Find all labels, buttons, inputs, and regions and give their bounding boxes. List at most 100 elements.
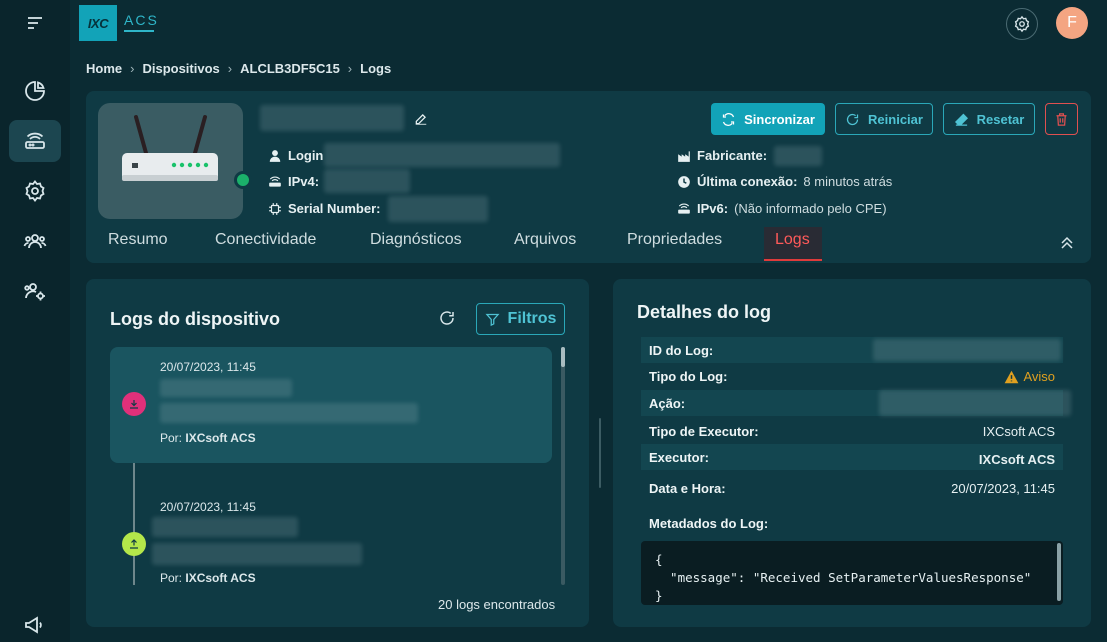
brand-logo[interactable]: IXC [79,5,117,41]
router-small-icon [269,176,281,187]
log-entry[interactable]: 20/07/2023, 11:45 Por: IXCsoft ACS [110,487,552,593]
detail-row-executor-type: Tipo de Executor: IXCsoft ACS [641,418,1063,444]
restart-button[interactable]: Reiniciar [835,103,933,135]
breadcrumb-separator: › [130,61,135,76]
log-title-redacted [152,517,298,537]
log-author: Por: IXCsoft ACS [160,431,256,445]
detail-label: Tipo de Executor: [649,424,759,439]
log-time: 20/07/2023, 11:45 [160,500,256,514]
detail-label: ID do Log: [649,343,714,358]
detail-row-action: Ação: [641,390,1071,416]
gear-icon [1014,15,1030,33]
logs-scrollbar[interactable] [561,347,565,585]
settings-button[interactable] [1006,8,1038,40]
announcements-icon [25,616,42,634]
user-icon [269,149,281,162]
panel-splitter[interactable] [599,418,601,488]
tab-active-underline [764,259,822,261]
device-tabs: Resumo Conectividade Diagnósticos Arquiv… [86,227,1091,263]
serial-value-redacted [388,196,488,222]
detail-label: Tipo do Log: [649,369,728,384]
metadata-code[interactable]: { "message": "Received SetParameterValue… [641,541,1063,605]
tab-logs[interactable]: Logs [775,231,810,249]
log-count: 20 logs encontrados [438,597,556,612]
edit-icon[interactable] [414,112,428,126]
detail-row-executor: Executor: IXCsoft ACS [641,444,1063,470]
detail-row-log-id: ID do Log: [641,337,1063,363]
tab-propriedades[interactable]: Propriedades [627,231,722,249]
menu-toggle-button[interactable] [9,2,61,44]
last-connection-label: Última conexão: [697,174,798,189]
restart-label: Reiniciar [868,111,923,127]
tab-resumo[interactable]: Resumo [108,231,168,249]
tab-conectividade[interactable]: Conectividade [215,231,316,249]
trash-icon [1056,112,1067,126]
settings-icon [25,180,45,202]
sync-icon [722,112,735,126]
manufacturer-row: Fabricante: [677,148,767,163]
reset-button[interactable]: Resetar [943,103,1035,135]
breadcrumb-devices[interactable]: Dispositivos [142,61,219,76]
avatar[interactable]: F [1056,7,1088,39]
log-description-redacted [152,543,362,565]
log-id-redacted [873,339,1061,361]
log-type-download [122,392,146,416]
ipv6-row: IPv6: (Não informado pelo CPE) [677,201,887,216]
download-icon [130,400,138,409]
log-title-redacted [160,379,292,397]
tab-diagnosticos[interactable]: Diagnósticos [370,231,462,249]
action-redacted [879,390,1071,416]
detail-value-warning: Aviso [1004,369,1055,384]
sidebar-item-dashboard[interactable] [9,70,61,112]
sidebar-item-settings[interactable] [9,170,61,212]
user-settings-icon [24,283,45,301]
breadcrumb: Home › Dispositivos › ALCLB3DF5C15 › Log… [86,61,391,76]
top-bar: IXC ACS F [70,0,1107,46]
log-author: Por: IXCsoft ACS [160,571,256,585]
tab-arquivos[interactable]: Arquivos [514,231,576,249]
breadcrumb-device[interactable]: ALCLB3DF5C15 [240,61,340,76]
log-description-redacted [160,403,418,423]
ipv4-row: IPv4: [268,174,319,189]
device-name-redacted [260,105,404,131]
filter-icon [485,313,500,326]
sidebar-item-announcements[interactable] [9,604,61,642]
ipv6-value: (Não informado pelo CPE) [734,201,887,216]
detail-value: IXCsoft ACS [978,452,1055,467]
log-type-upload [122,532,146,556]
collapse-button[interactable] [1057,233,1077,253]
logs-scrollbar-thumb[interactable] [561,347,565,367]
logs-panel: Logs do dispositivo Filtros 20/07/2023, … [86,279,589,627]
detail-value: 20/07/2023, 11:45 [951,481,1055,496]
dashboard-icon [25,81,45,101]
metadata-scrollbar[interactable] [1057,543,1061,601]
log-author-label: Por: [160,571,183,585]
sync-button[interactable]: Sincronizar [711,103,825,135]
ipv6-label: IPv6: [697,201,729,216]
sync-label: Sincronizar [744,111,815,127]
upload-icon [130,539,138,549]
restart-icon [846,113,859,125]
chevron-double-up-icon [1061,236,1073,249]
sidebar [0,0,70,642]
log-author-value: IXCsoft ACS [185,431,256,445]
last-connection-row: Última conexão: 8 minutos atrás [677,174,892,189]
sidebar-item-user-settings[interactable] [9,270,61,312]
sidebar-item-users[interactable] [9,220,61,262]
breadcrumb-separator: › [227,61,233,76]
log-entry[interactable]: 20/07/2023, 11:45 Por: IXCsoft ACS [110,347,552,463]
manufacturer-value-redacted [774,146,822,166]
breadcrumb-separator: › [347,61,353,76]
delete-button[interactable] [1045,103,1078,135]
filter-label: Filtros [507,310,557,327]
breadcrumb-home[interactable]: Home [86,61,122,76]
product-name: ACS [124,12,159,28]
refresh-button[interactable] [438,309,456,327]
filter-button[interactable]: Filtros [476,303,565,335]
router-image [98,103,243,219]
sidebar-item-devices[interactable] [9,120,61,162]
breadcrumb-current: Logs [360,61,392,76]
detail-label: Executor: [649,450,709,465]
details-panel-title: Detalhes do log [637,302,772,322]
log-author-value: IXCsoft ACS [185,571,256,585]
